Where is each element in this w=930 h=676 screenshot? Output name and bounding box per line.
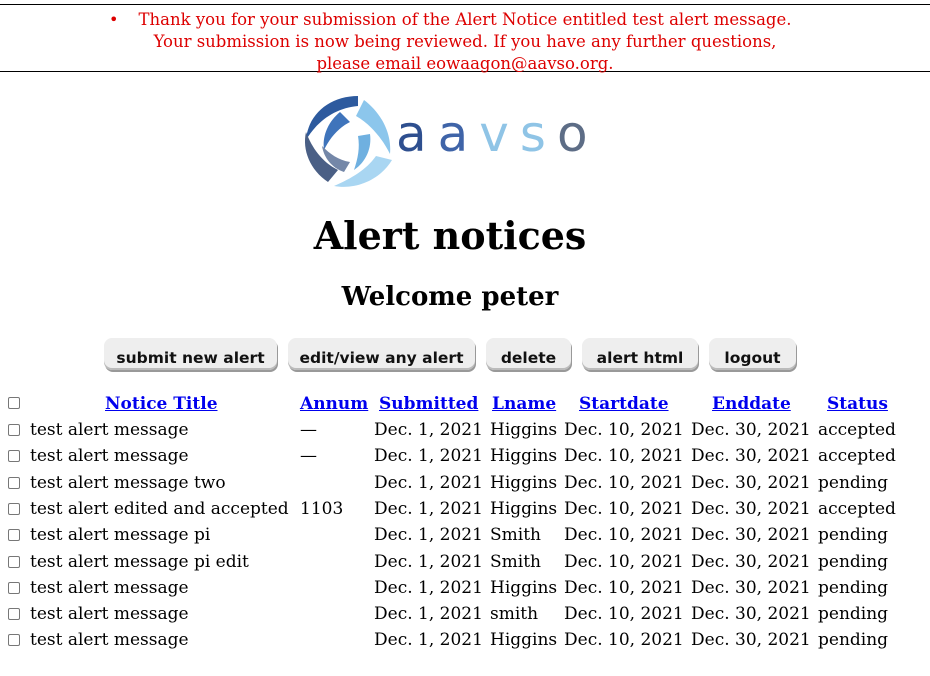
welcome-message: Welcome peter bbox=[341, 282, 559, 312]
cell-title[interactable]: test alert message bbox=[30, 577, 189, 599]
cell-status: pending bbox=[818, 525, 889, 545]
cell-lname: Smith bbox=[490, 552, 541, 572]
sort-startdate[interactable]: Startdate bbox=[579, 393, 669, 415]
cell-startdate: Dec. 10, 2021 bbox=[564, 578, 684, 598]
cell-submitted: Dec. 1, 2021 bbox=[374, 630, 483, 650]
sort-status[interactable]: Status bbox=[827, 393, 888, 415]
aavso-wordmark: aavso bbox=[396, 104, 599, 164]
cell-annum: — bbox=[300, 446, 317, 466]
cell-lname: Smith bbox=[490, 525, 541, 545]
cell-lname: Higgins bbox=[490, 578, 558, 598]
cell-enddate: Dec. 30, 2021 bbox=[691, 630, 811, 650]
cell-submitted: Dec. 1, 2021 bbox=[374, 525, 483, 545]
aavso-logo: aavso bbox=[300, 92, 610, 190]
cell-startdate: Dec. 10, 2021 bbox=[564, 604, 684, 624]
row-checkbox[interactable] bbox=[8, 608, 20, 620]
cell-annum: 1103 bbox=[300, 499, 344, 519]
cell-lname: Higgins bbox=[490, 473, 558, 493]
swirl-icon bbox=[304, 96, 392, 187]
logo-letter: o bbox=[556, 105, 599, 163]
cell-enddate: Dec. 30, 2021 bbox=[691, 473, 811, 493]
cell-lname: smith bbox=[490, 604, 539, 624]
sort-submitted[interactable]: Submitted bbox=[379, 393, 478, 415]
cell-enddate: Dec. 30, 2021 bbox=[691, 420, 811, 440]
logo-letter: s bbox=[519, 105, 557, 163]
logo-letter: a bbox=[396, 105, 438, 163]
cell-status: pending bbox=[818, 578, 889, 598]
row-checkbox[interactable] bbox=[8, 529, 20, 541]
flash-text: Thank you for your submission of the Ale… bbox=[0, 9, 930, 75]
cell-submitted: Dec. 1, 2021 bbox=[374, 604, 483, 624]
cell-startdate: Dec. 10, 2021 bbox=[564, 499, 684, 519]
cell-title[interactable]: test alert edited and accepted bbox=[30, 498, 289, 520]
flash-message: • Thank you for your submission of the A… bbox=[0, 4, 930, 75]
cell-annum: — bbox=[300, 420, 317, 440]
delete-button[interactable]: delete bbox=[486, 338, 571, 370]
row-checkbox[interactable] bbox=[8, 424, 20, 436]
cell-title[interactable]: test alert message bbox=[30, 445, 189, 467]
logout-button[interactable]: logout bbox=[709, 338, 796, 370]
cell-status: pending bbox=[818, 473, 889, 493]
cell-startdate: Dec. 10, 2021 bbox=[564, 420, 684, 440]
flash-line-1: Thank you for your submission of the Ale… bbox=[138, 10, 792, 29]
submit-new-alert-button[interactable]: submit new alert bbox=[104, 338, 277, 370]
row-checkbox[interactable] bbox=[8, 450, 20, 462]
sort-enddate[interactable]: Enddate bbox=[712, 393, 791, 415]
cell-title[interactable]: test alert message bbox=[30, 629, 189, 651]
cell-title[interactable]: test alert message pi edit bbox=[30, 551, 249, 573]
row-checkbox[interactable] bbox=[8, 582, 20, 594]
cell-enddate: Dec. 30, 2021 bbox=[691, 525, 811, 545]
alert-html-button[interactable]: alert html bbox=[582, 338, 698, 370]
cell-status: accepted bbox=[818, 446, 896, 466]
logo-letter: a bbox=[437, 105, 480, 163]
cell-lname: Higgins bbox=[490, 630, 558, 650]
sort-annum[interactable]: Annum bbox=[300, 393, 368, 415]
cell-startdate: Dec. 10, 2021 bbox=[564, 473, 684, 493]
cell-title[interactable]: test alert message bbox=[30, 603, 189, 625]
cell-title[interactable]: test alert message bbox=[30, 419, 189, 441]
cell-status: accepted bbox=[818, 499, 896, 519]
cell-enddate: Dec. 30, 2021 bbox=[691, 446, 811, 466]
cell-status: pending bbox=[818, 552, 889, 572]
cell-startdate: Dec. 10, 2021 bbox=[564, 552, 684, 572]
cell-enddate: Dec. 30, 2021 bbox=[691, 552, 811, 572]
cell-startdate: Dec. 10, 2021 bbox=[564, 630, 684, 650]
cell-submitted: Dec. 1, 2021 bbox=[374, 420, 483, 440]
cell-enddate: Dec. 30, 2021 bbox=[691, 604, 811, 624]
cell-enddate: Dec. 30, 2021 bbox=[691, 578, 811, 598]
edit-view-alert-button[interactable]: edit/view any alert bbox=[288, 338, 475, 370]
sort-notice-title[interactable]: Notice Title bbox=[105, 393, 218, 415]
page-title: Alert notices bbox=[313, 213, 587, 258]
cell-submitted: Dec. 1, 2021 bbox=[374, 578, 483, 598]
cell-lname: Higgins bbox=[490, 499, 558, 519]
cell-status: pending bbox=[818, 604, 889, 624]
row-checkbox[interactable] bbox=[8, 477, 20, 489]
cell-lname: Higgins bbox=[490, 420, 558, 440]
select-all-checkbox[interactable] bbox=[8, 397, 20, 409]
cell-status: pending bbox=[818, 630, 889, 650]
cell-title[interactable]: test alert message two bbox=[30, 472, 226, 494]
cell-status: accepted bbox=[818, 420, 896, 440]
logo-letter: v bbox=[479, 105, 520, 163]
cell-submitted: Dec. 1, 2021 bbox=[374, 499, 483, 519]
flash-line-3: please email eowaagon@aavso.org. bbox=[316, 54, 614, 73]
row-checkbox[interactable] bbox=[8, 503, 20, 515]
cell-enddate: Dec. 30, 2021 bbox=[691, 499, 811, 519]
cell-startdate: Dec. 10, 2021 bbox=[564, 446, 684, 466]
cell-lname: Higgins bbox=[490, 446, 558, 466]
sort-lname[interactable]: Lname bbox=[492, 393, 556, 415]
cell-startdate: Dec. 10, 2021 bbox=[564, 525, 684, 545]
cell-submitted: Dec. 1, 2021 bbox=[374, 473, 483, 493]
flash-line-2: Your submission is now being reviewed. I… bbox=[153, 32, 777, 51]
cell-submitted: Dec. 1, 2021 bbox=[374, 552, 483, 572]
row-checkbox[interactable] bbox=[8, 634, 20, 646]
row-checkbox[interactable] bbox=[8, 556, 20, 568]
cell-title[interactable]: test alert message pi bbox=[30, 524, 210, 546]
cell-submitted: Dec. 1, 2021 bbox=[374, 446, 483, 466]
